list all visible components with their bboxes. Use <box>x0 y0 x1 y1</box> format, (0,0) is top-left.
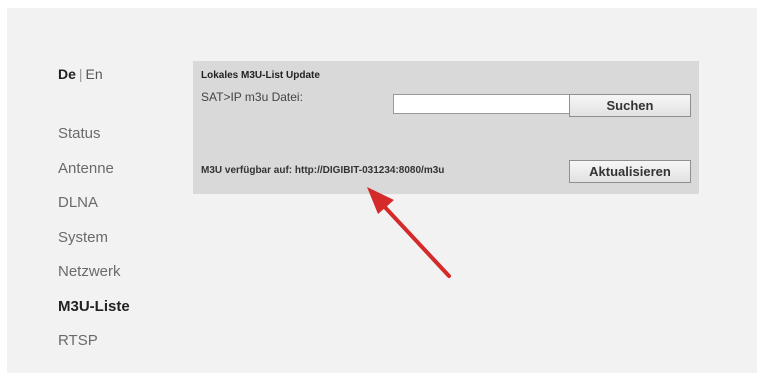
m3u-update-panel: Lokales M3U-List Update SAT>IP m3u Datei… <box>193 61 699 194</box>
search-button[interactable]: Suchen <box>569 94 691 117</box>
language-switcher: De | En <box>58 66 103 82</box>
sidebar-item-rtsp[interactable]: RTSP <box>58 331 130 366</box>
sidebar-item-netzwerk[interactable]: Netzwerk <box>58 262 130 297</box>
language-de-link[interactable]: De <box>58 66 76 82</box>
language-separator: | <box>78 66 83 82</box>
m3u-availability-text: M3U verfügbar auf: http://DIGIBIT-031234… <box>201 165 445 176</box>
sidebar-item-antenne[interactable]: Antenne <box>58 159 130 194</box>
language-en-link[interactable]: En <box>86 66 103 82</box>
sidebar-item-status[interactable]: Status <box>58 124 130 159</box>
panel-title: Lokales M3U-List Update <box>201 70 320 81</box>
sidebar-nav: Status Antenne DLNA System Netzwerk M3U-… <box>58 124 130 366</box>
sidebar-item-m3u-liste[interactable]: M3U-Liste <box>58 297 130 332</box>
update-button[interactable]: Aktualisieren <box>569 160 691 183</box>
m3u-file-input[interactable] <box>393 94 573 114</box>
sidebar-item-system[interactable]: System <box>58 228 130 263</box>
sidebar-item-dlna[interactable]: DLNA <box>58 193 130 228</box>
file-field-label: SAT>IP m3u Datei: <box>201 90 303 104</box>
